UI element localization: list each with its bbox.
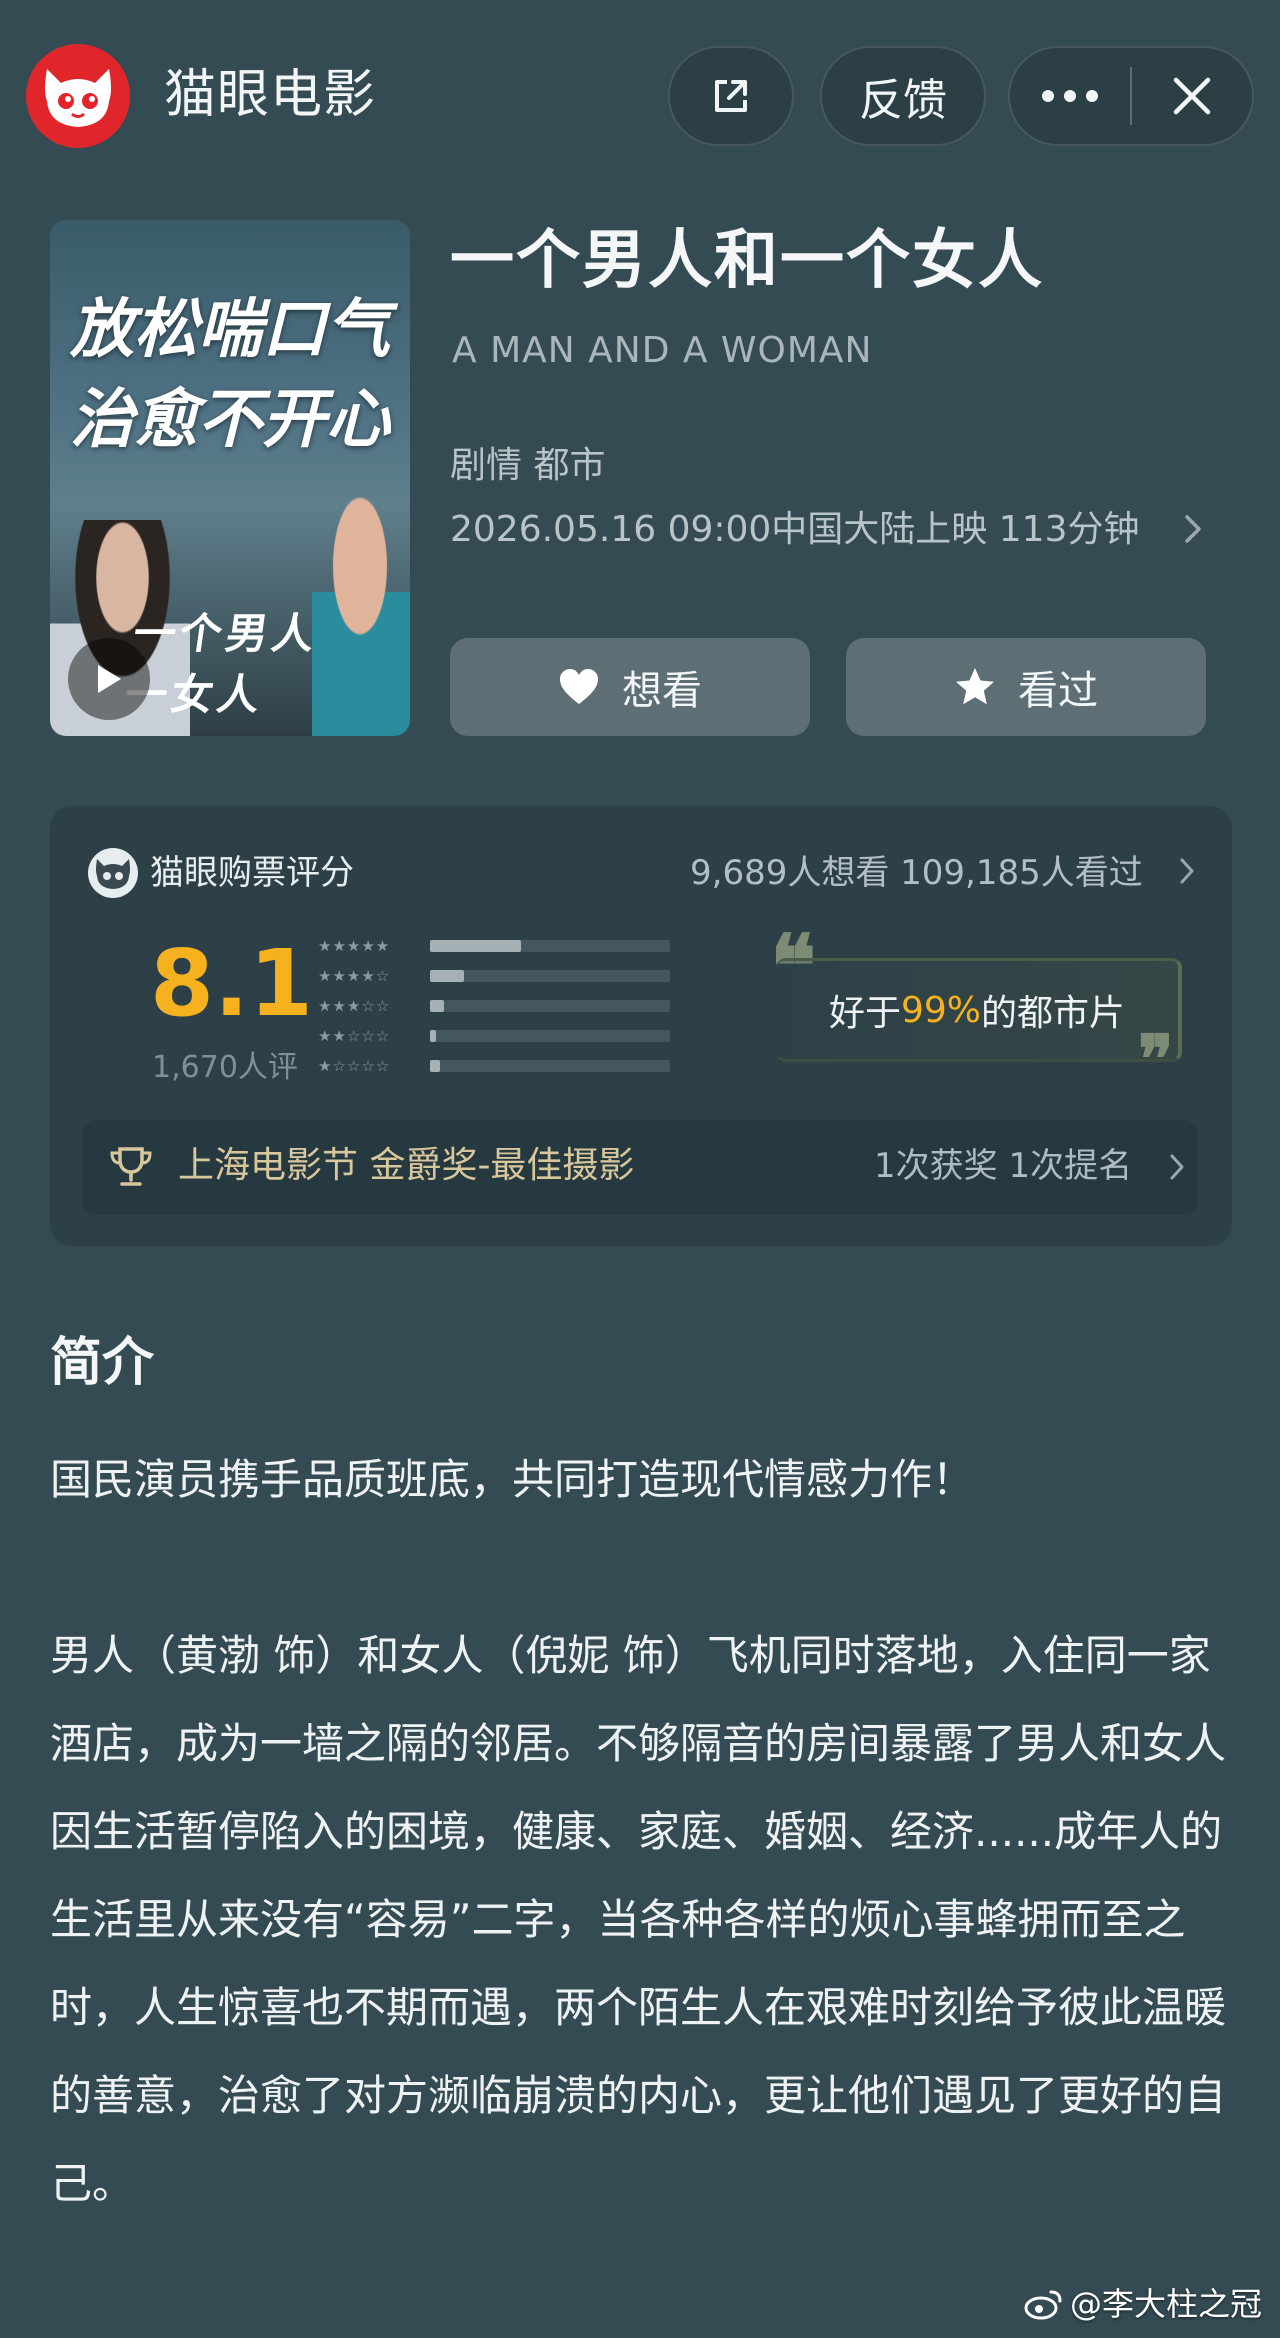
rating-bar-track	[430, 970, 670, 982]
compare-percent: 99%	[900, 989, 981, 1031]
watched-button[interactable]: 看过	[846, 638, 1206, 736]
synopsis-body: 男人（黄渤 饰）和女人（倪妮 饰）飞机同时落地，入住同一家酒店，成为一墙之隔的邻…	[50, 1631, 1227, 2208]
movie-genres: 剧情 都市	[450, 445, 606, 486]
watermark-text: @李大柱之冠	[1070, 2285, 1263, 2323]
trophy-icon	[110, 1147, 152, 1186]
rating-bar-track	[430, 1030, 670, 1042]
mini-program-capsule	[1008, 46, 1254, 146]
app-name: 猫眼电影	[164, 65, 377, 125]
rating-bar-fill	[430, 970, 464, 982]
rating-bar-fill	[430, 1030, 436, 1042]
play-trailer-button[interactable]	[68, 638, 150, 720]
chevron-right-icon[interactable]	[1178, 856, 1196, 886]
feedback-button[interactable]: 反馈	[820, 46, 986, 146]
compare-prefix: 好于	[828, 993, 901, 1034]
rating-bar-track	[430, 1060, 670, 1072]
synopsis-title: 简介	[50, 1333, 155, 1393]
star-level-4: ★★★★☆	[318, 967, 391, 985]
star-level-5: ★★★★★	[318, 937, 391, 955]
heart-icon	[560, 669, 598, 704]
watermark: @李大柱之冠	[1024, 2282, 1262, 2326]
more-icon	[1042, 90, 1098, 102]
watched-label: 看过	[1018, 668, 1098, 714]
poster-tagline-2: 治愈不开心	[70, 382, 390, 457]
cat-logo-icon	[45, 69, 111, 127]
star-level-2: ★★☆☆☆	[318, 1027, 391, 1045]
star-level-3: ★★★☆☆	[318, 997, 391, 1015]
rating-bar-track	[430, 940, 670, 952]
more-button[interactable]	[1010, 48, 1130, 144]
audience-counts[interactable]: 9,689人想看 109,185人看过	[690, 848, 1143, 898]
want-to-watch-label: 想看	[622, 668, 702, 714]
rating-bar-fill	[430, 940, 521, 952]
rating-score: 8.1	[150, 930, 313, 1037]
movie-english-title: A MAN AND A WOMAN	[452, 330, 873, 371]
rating-count: 1,670人评	[152, 1050, 298, 1085]
rating-bar-fill	[430, 1000, 444, 1012]
star-icon	[956, 668, 994, 705]
close-button[interactable]	[1132, 48, 1252, 144]
rating-bar-track	[430, 1000, 670, 1012]
synopsis-tagline: 国民演员携手品质班底，共同打造现代情感力作！	[50, 1455, 975, 1504]
share-button[interactable]	[668, 46, 794, 146]
rating-bar-fill	[430, 1060, 440, 1072]
maoyan-logo	[26, 44, 130, 148]
compare-suffix: 的都市片	[981, 993, 1126, 1034]
cat-rating-icon	[88, 848, 138, 898]
poster-title-logo: 一个男人一女人	[121, 609, 322, 719]
chevron-right-icon[interactable]	[1168, 1152, 1186, 1182]
rating-label: 猫眼购票评分	[150, 853, 354, 893]
movie-release-info[interactable]: 2026.05.16 09:00中国大陆上映 113分钟	[450, 507, 1139, 553]
poster-tagline-1: 放松喘口气	[70, 292, 390, 367]
close-icon	[1173, 77, 1211, 115]
want-to-watch-button[interactable]: 想看	[450, 638, 810, 736]
movie-title: 一个男人和一个女人	[450, 224, 1044, 298]
share-icon	[715, 80, 747, 112]
quote-close-mark: ❞	[1138, 1020, 1174, 1098]
weibo-icon	[1024, 2290, 1062, 2320]
genre-comparison: 好于 99% 的都市片	[776, 958, 1182, 1062]
award-stats: 1次获奖 1次提名	[874, 1146, 1133, 1186]
chevron-right-icon[interactable]	[1182, 512, 1204, 546]
play-icon	[98, 665, 121, 693]
star-level-1: ★☆☆☆☆	[318, 1057, 391, 1075]
award-name: 上海电影节 金爵奖-最佳摄影	[178, 1145, 635, 1186]
